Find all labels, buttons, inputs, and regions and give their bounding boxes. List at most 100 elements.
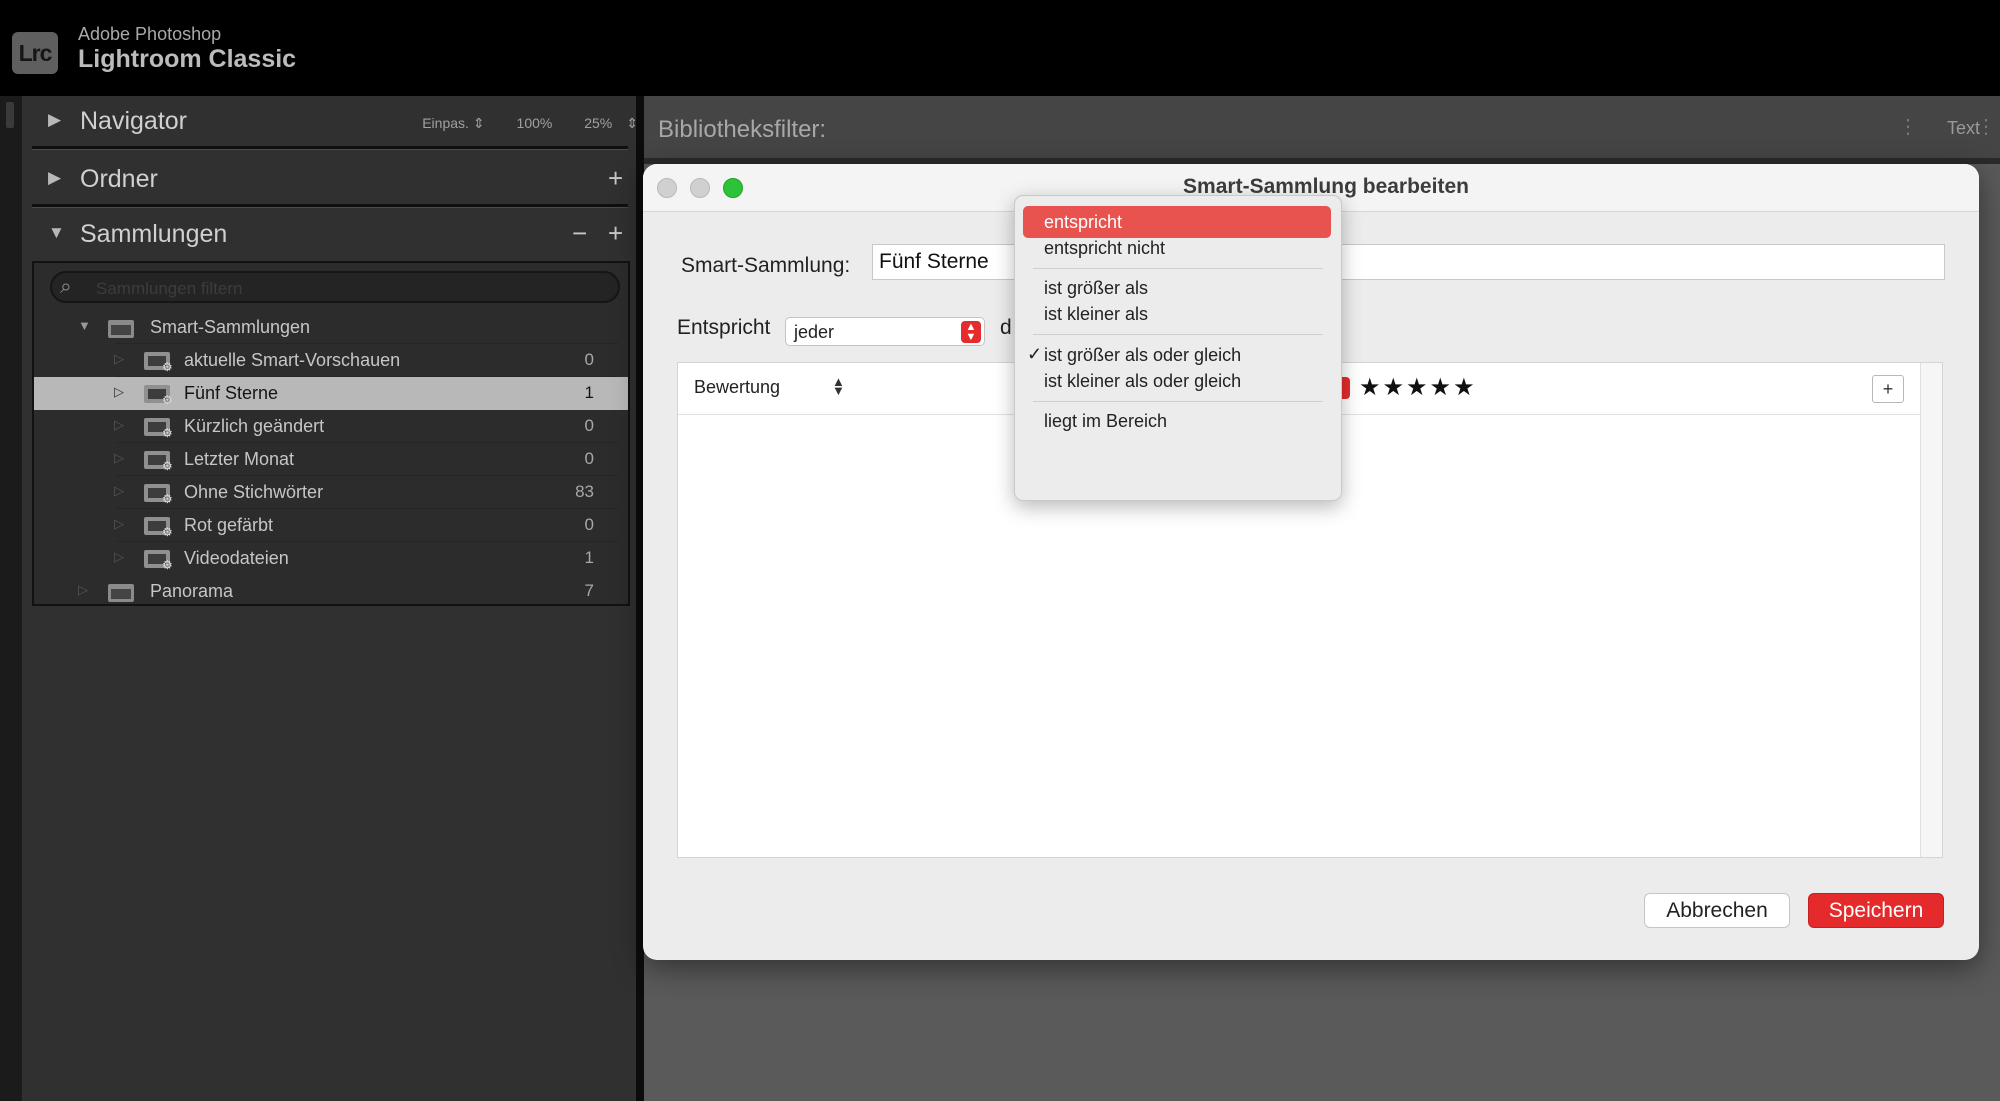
match-mode-value: jeder [794,322,835,342]
search-icon: ⌕ [60,275,72,298]
panel-grip-handle[interactable] [6,102,14,128]
smart-collection-icon: ⚙ [144,548,173,572]
smart-collection-icon: ⚙ [144,449,173,473]
collection-set-label: Smart-Sammlungen [150,317,311,337]
filter-divider-icon: ⋮ [1976,116,1996,138]
add-folder-icon[interactable]: + [608,163,623,194]
disclosure-icon: ▷ [114,483,124,498]
cancel-button[interactable]: Abbrechen [1644,893,1790,928]
smart-collection-row[interactable]: ▷ ⚙ Letzter Monat 0 [34,443,628,476]
add-rule-button[interactable]: + [1872,375,1904,403]
library-filter-bar: Bibliotheksfilter: ⋮ Text ⋮ [644,96,2000,158]
zoom-fit-option[interactable]: Einpas. [422,115,469,131]
collections-title: Sammlungen [80,220,228,248]
smart-collection-icon: ⚙ [144,416,173,440]
collection-icon [108,581,136,603]
disclosure-icon: ▷ [78,582,88,597]
disclosure-icon: ▷ [114,417,124,432]
collection-count: 0 [584,416,594,435]
collection-count: 7 [584,581,594,600]
menu-item-label: ist kleiner als [1044,304,1149,324]
collection-label: Kürzlich geändert [184,416,325,436]
updown-icon[interactable]: ▲ ▼ [832,375,845,397]
expand-triangle-icon[interactable]: ▶ [48,110,61,130]
collection-label: Letzter Monat [184,449,295,469]
rating-stars[interactable]: ★★★★★ [1359,373,1477,402]
brand-company: Adobe Photoshop [78,24,222,44]
navigator-zoom-options: Einpas. ⇕ 100% 25% ⇕ [394,115,638,132]
collection-count: 1 [584,548,594,567]
rules-scrollbar[interactable] [1920,363,1942,857]
remove-collection-icon[interactable]: − [572,218,587,249]
match-trailing-text: d [1000,316,1012,339]
collection-label: Videodateien [184,548,289,568]
match-mode-select[interactable]: jeder ▲ ▼ [785,317,985,346]
menu-item-label: ist kleiner als oder gleich [1044,371,1242,391]
brand-product: Lightroom Classic [78,45,297,73]
menu-separator [1033,334,1323,335]
library-filter-label: Bibliotheksfilter: [658,116,827,143]
save-button[interactable]: Speichern [1808,893,1944,928]
smart-collection-row[interactable]: ▷ ⚙ Kürzlich geändert 0 [34,410,628,443]
rule-field-select[interactable]: Bewertung [694,377,780,398]
menu-item-less-or-equal[interactable]: ist kleiner als oder gleich [1023,365,1331,397]
menu-item-label: liegt im Bereich [1044,411,1168,431]
add-collection-icon[interactable]: + [608,218,623,249]
disclosure-icon: ▷ [114,516,124,531]
smart-collection-icon: ⚙ [144,515,173,539]
collection-set-row[interactable]: ▼ Smart-Sammlungen [34,311,628,344]
zoom-100-option[interactable]: 100% [517,115,553,131]
smart-collection-row[interactable]: ▷ ⚙ Rot gefärbt 0 [34,509,628,542]
menu-item-less[interactable]: ist kleiner als [1023,298,1331,330]
panel-divider [32,204,628,208]
smart-collection-row[interactable]: ▷ ⚙ Videodateien 1 [34,542,628,575]
disclosure-icon: ▷ [114,384,124,399]
collections-header[interactable]: ▼ Sammlungen − + [32,209,652,261]
disclosure-icon: ▷ [114,351,124,366]
menu-item-not-matches[interactable]: entspricht nicht [1023,232,1331,264]
collections-list: ⌕ Sammlungen filtern ▼ Smart-Sammlungen … [32,261,630,606]
collapse-triangle-icon[interactable]: ▼ [48,223,65,243]
collection-count: 83 [575,482,594,501]
smart-collection-row-selected[interactable]: ▷ ⚙ Fünf Sterne 1 [34,377,628,410]
menu-separator [1033,268,1323,269]
collection-count: 0 [584,515,594,534]
disclosure-icon: ▷ [114,450,124,465]
menu-item-in-range[interactable]: liegt im Bereich [1023,405,1331,437]
collections-filter-input[interactable]: ⌕ Sammlungen filtern [50,271,620,303]
menu-separator [1033,401,1323,402]
collection-count: 0 [584,449,594,468]
left-edge-strip [0,96,22,1101]
filter-placeholder: Sammlungen filtern [96,279,243,298]
lrc-logo: Lrc [12,32,58,74]
menu-item-label: entspricht nicht [1044,238,1166,258]
updown-icon: ⇕ [472,115,485,131]
zoom-25-option[interactable]: 25% [584,115,612,131]
collection-label: aktuelle Smart-Vorschauen [184,350,401,370]
collection-label: Ohne Stichwörter [184,482,324,502]
collection-count: 0 [584,350,594,369]
smart-collection-name-label: Smart-Sammlung: [681,254,851,277]
smart-collection-row[interactable]: ▷ ⚙ Ohne Stichwörter 83 [34,476,628,509]
panel-divider [32,146,628,150]
collection-label: Rot gefärbt [184,515,274,535]
smart-collection-icon: ⚙ [144,383,173,407]
checkmark-icon: ✓ [1027,344,1043,364]
app-brand-bar: Lrc Adobe Photoshop Lightroom Classic [0,0,2000,96]
filter-divider-icon: ⋮ [1898,116,1918,138]
collection-row[interactable]: ▷ Panorama 7 [34,575,628,608]
expand-triangle-icon[interactable]: ▶ [48,168,61,188]
match-label: Entspricht [677,316,771,339]
disclosure-icon: ▷ [114,549,124,564]
navigator-header[interactable]: ▶ Navigator Einpas. ⇕ 100% 25% ⇕ [32,96,652,148]
folders-header[interactable]: ▶ Ordner + [32,154,652,206]
collection-count: 1 [584,383,594,402]
operator-popup-menu: entspricht entspricht nicht ist größer a… [1014,195,1342,501]
stepper-arrows-icon: ▲ ▼ [961,321,981,343]
folders-title: Ordner [80,165,158,193]
menu-item-label: entspricht [1044,212,1123,232]
collapse-triangle-icon[interactable]: ▼ [78,318,91,333]
menu-item-label: ist größer als [1044,278,1149,298]
smart-collection-row[interactable]: ▷ ⚙ aktuelle Smart-Vorschauen 0 [34,344,628,377]
navigator-title: Navigator [80,107,187,135]
